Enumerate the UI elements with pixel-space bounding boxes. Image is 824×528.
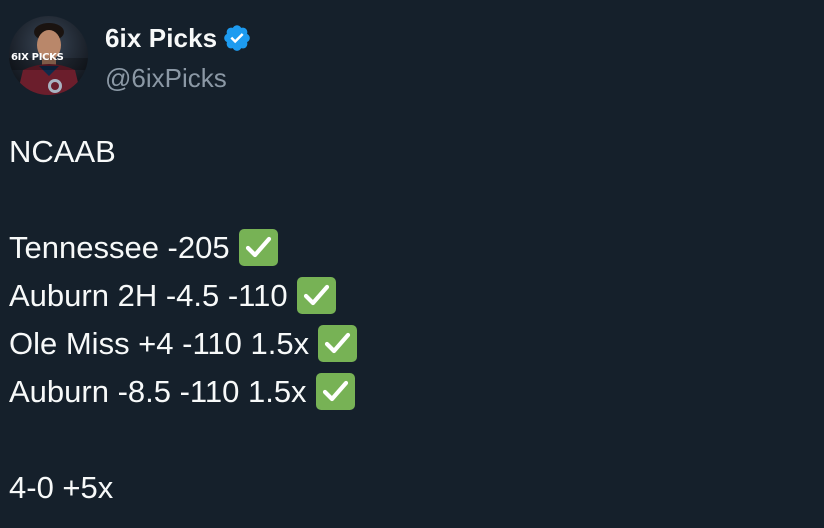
pick-text: Auburn 2H -4.5 -110 — [9, 278, 288, 313]
avatar-text: 6IX PICKS — [11, 52, 64, 63]
display-name[interactable]: 6ix Picks — [105, 20, 217, 56]
pick-text: Tennessee -205 — [9, 230, 230, 265]
pick-line: Auburn -8.5 -110 1.5x — [9, 368, 357, 416]
pick-line: Tennessee -205 — [9, 224, 357, 272]
league-line: NCAAB — [9, 134, 116, 169]
author-names: 6ix Picks @6ixPicks — [105, 20, 252, 96]
pick-line: Auburn 2H -4.5 -110 — [9, 272, 357, 320]
avatar[interactable]: 6IX PICKS — [9, 16, 88, 95]
check-mark-button-icon — [296, 276, 336, 314]
check-mark-button-icon — [318, 324, 358, 362]
pick-text: Ole Miss +4 -110 1.5x — [9, 326, 310, 361]
summary-line: 4-0 +5x — [9, 470, 114, 505]
pick-line: Ole Miss +4 -110 1.5x — [9, 320, 358, 368]
check-mark-button-icon — [315, 372, 355, 410]
pick-text: Auburn -8.5 -110 1.5x — [9, 374, 307, 409]
tweet-header: 6IX PICKS 6ix Picks @6ixPicks — [9, 16, 252, 96]
verified-badge-icon[interactable] — [222, 23, 252, 53]
display-name-row: 6ix Picks — [105, 20, 252, 56]
check-mark-button-icon — [238, 228, 278, 266]
user-handle[interactable]: @6ixPicks — [105, 60, 252, 96]
tweet-text: NCAAB Tennessee -205 Auburn 2H -4.5 -110… — [9, 128, 358, 512]
